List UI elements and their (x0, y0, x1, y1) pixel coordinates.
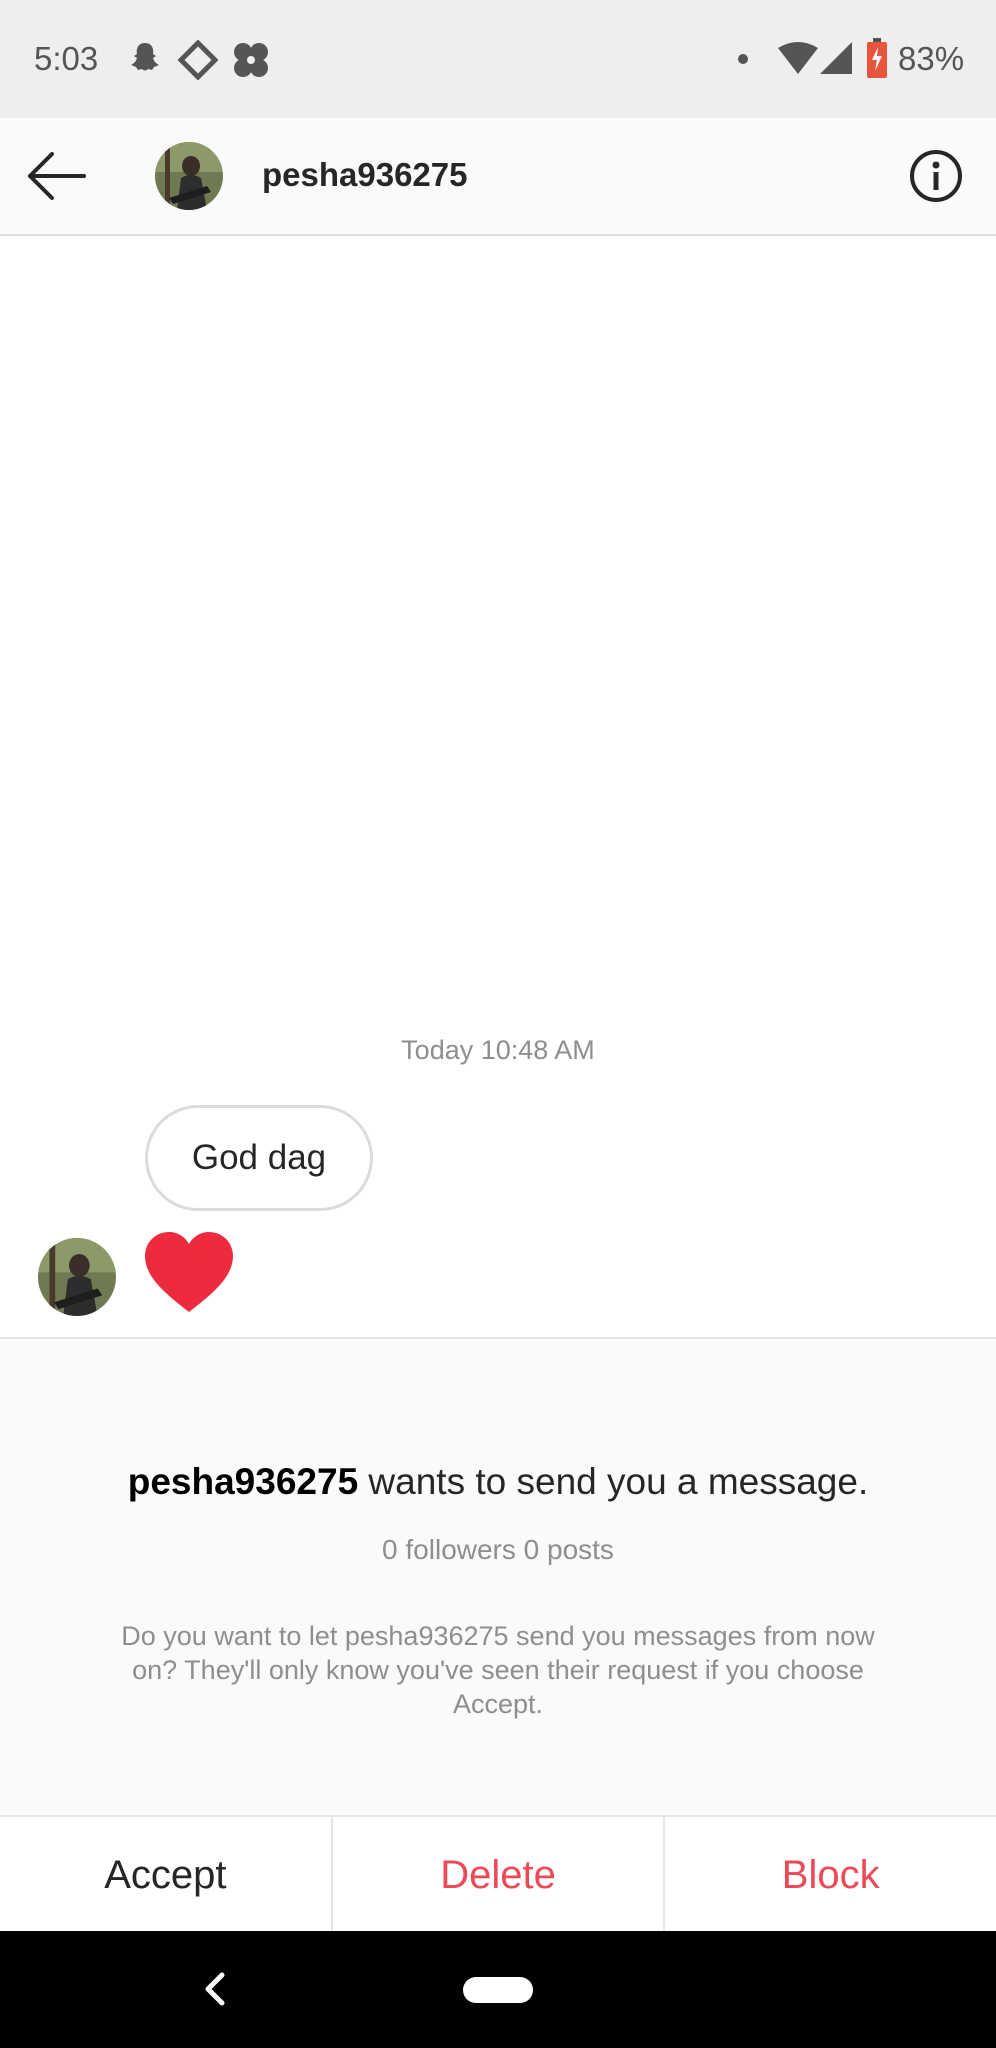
status-time: 5:03 (34, 40, 99, 77)
request-title-suffix: wants to send you a message. (358, 1461, 869, 1502)
conversation-header: pesha936275 (0, 118, 996, 236)
info-icon[interactable] (908, 148, 964, 204)
status-bar: 5:03 83% (0, 0, 996, 118)
dot-icon (738, 54, 748, 64)
avatar-photo (38, 1238, 116, 1316)
request-action-bar: Accept Delete Block (0, 1815, 996, 1933)
chevron-left-icon[interactable] (200, 1971, 230, 2007)
sender-avatar[interactable] (38, 1238, 116, 1316)
arrow-left-icon[interactable] (22, 146, 90, 206)
message-request-panel: pesha936275 wants to send you a message.… (0, 1337, 996, 1817)
accept-button[interactable]: Accept (0, 1817, 331, 1933)
diamond-nav-icon (178, 40, 218, 80)
block-button[interactable]: Block (663, 1817, 996, 1933)
message-text: God dag (191, 1138, 327, 1177)
battery-charging-icon (867, 38, 887, 78)
request-stats: 0 followers 0 posts (382, 1534, 614, 1565)
signal-icon (820, 42, 852, 74)
battery-percentage: 83% (898, 40, 965, 77)
header-username[interactable]: pesha936275 (262, 156, 468, 194)
delete-button[interactable]: Delete (330, 1817, 664, 1933)
message-bubble[interactable]: God dag (145, 1105, 373, 1211)
heart-icon[interactable] (143, 1230, 235, 1314)
avatar-photo (155, 142, 223, 210)
home-pill[interactable] (463, 1977, 533, 2003)
system-nav-bar (0, 1931, 996, 2048)
snapchat-icon (131, 43, 159, 71)
request-description: Do you want to let pesha936275 send you … (121, 1621, 875, 1719)
request-title: pesha936275 wants to send you a message. (0, 1461, 996, 1503)
request-username: pesha936275 (127, 1461, 359, 1502)
wifi-icon (778, 42, 818, 74)
message-timestamp: Today 10:48 AM (401, 1035, 595, 1065)
avatar[interactable] (155, 142, 223, 210)
flower-icon (234, 43, 268, 77)
